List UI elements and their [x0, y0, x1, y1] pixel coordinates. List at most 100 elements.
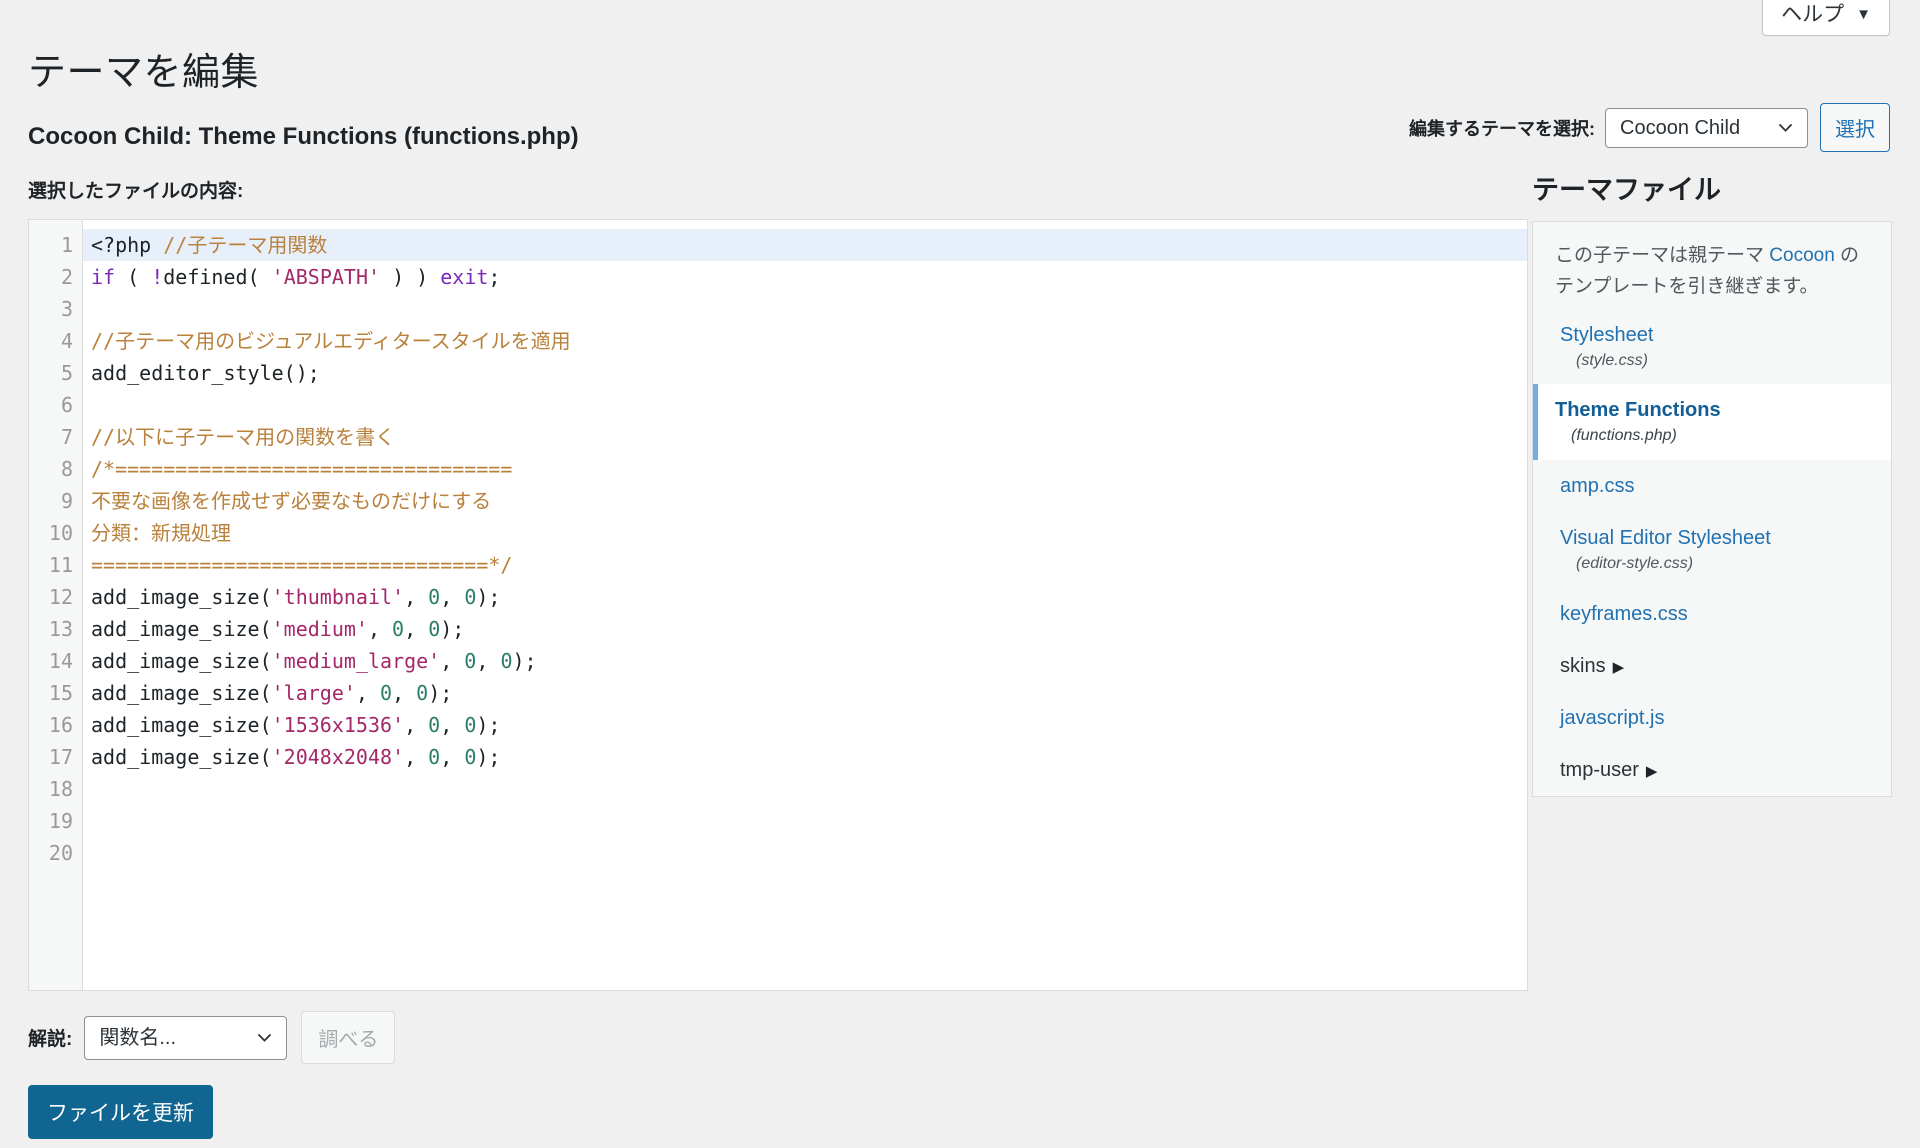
theme-file-item-stylesheet[interactable]: Stylesheet (style.css) [1533, 309, 1891, 385]
help-toggle-button[interactable]: ヘルプ ▼ [1762, 0, 1890, 36]
code-token: 0 [416, 681, 428, 705]
code-token: ( [260, 713, 272, 737]
code-line[interactable]: add_image_size('medium_large', 0, 0); [83, 645, 1527, 677]
theme-file-item-visual-editor-stylesheet[interactable]: Visual Editor Stylesheet(editor-style.cs… [1533, 512, 1891, 588]
code-token: ( [260, 745, 272, 769]
code-token: ); [428, 681, 452, 705]
code-token: //以下に子テーマ用の関数を書く [91, 425, 395, 449]
expand-folder-icon[interactable]: ▶ [1613, 659, 1625, 676]
code-token: , [404, 745, 428, 769]
expand-folder-icon[interactable]: ▶ [1646, 763, 1658, 780]
file-content-label: 選択したファイルの内容: [28, 176, 243, 203]
theme-file-name: Stylesheet [1560, 322, 1869, 348]
code-token: 分類：新規処理 [91, 521, 231, 545]
theme-file-item-keyframes-css[interactable]: keyframes.css [1533, 588, 1891, 640]
code-token: , [476, 649, 500, 673]
code-line[interactable]: 分類：新規処理 [83, 517, 1527, 549]
theme-file-name: tmp-user▶ [1560, 757, 1869, 783]
code-line[interactable]: add_image_size('2048x2048', 0, 0); [83, 741, 1527, 773]
code-line[interactable]: /*================================= [83, 453, 1527, 485]
theme-file-filename: (functions.php) [1555, 426, 1869, 447]
code-line[interactable] [83, 837, 1527, 869]
documentation-select[interactable]: 関数名... [84, 1016, 287, 1060]
select-theme-button[interactable]: 選択 [1820, 103, 1890, 152]
code-editor[interactable]: 1234567891011121314151617181920 <?php //… [28, 219, 1528, 991]
code-token: 'medium' [272, 617, 368, 641]
theme-file-filename: (style.css) [1560, 351, 1869, 372]
line-number: 11 [29, 549, 82, 581]
parent-theme-link[interactable]: Cocoon [1769, 245, 1835, 266]
line-number: 16 [29, 709, 82, 741]
code-token: 0 [428, 617, 440, 641]
code-token: ( [260, 585, 272, 609]
code-token: 'thumbnail' [272, 585, 404, 609]
code-token: ( [248, 265, 272, 289]
code-token: ); [476, 585, 500, 609]
code-token: , [404, 617, 428, 641]
code-line[interactable]: =================================*/ [83, 549, 1527, 581]
code-line[interactable] [83, 805, 1527, 837]
line-number: 7 [29, 421, 82, 453]
code-line[interactable] [83, 773, 1527, 805]
code-token: //子テーマ用のビジュアルエディタースタイルを適用 [91, 329, 571, 353]
code-line[interactable]: <?php //子テーマ用関数 [83, 229, 1527, 261]
code-line[interactable]: //子テーマ用のビジュアルエディタースタイルを適用 [83, 325, 1527, 357]
code-token: add_image_size [91, 585, 260, 609]
line-number: 14 [29, 645, 82, 677]
theme-file-item-tmp-user[interactable]: tmp-user▶ [1533, 744, 1891, 796]
theme-select[interactable]: Cocoon Child [1605, 108, 1808, 148]
lookup-button[interactable]: 調べる [301, 1011, 395, 1064]
code-token: ); [440, 617, 464, 641]
update-file-button[interactable]: ファイルを更新 [28, 1085, 213, 1139]
line-number: 20 [29, 837, 82, 869]
code-token: 0 [500, 649, 512, 673]
code-line[interactable]: add_image_size('1536x1536', 0, 0); [83, 709, 1527, 741]
code-token: 0 [380, 681, 392, 705]
code-line[interactable]: //以下に子テーマ用の関数を書く [83, 421, 1527, 453]
code-token: 'medium_large' [272, 649, 441, 673]
code-token: ); [476, 713, 500, 737]
theme-file-name: keyframes.css [1560, 601, 1869, 627]
code-token: add_editor_style [91, 361, 284, 385]
code-token: add_image_size [91, 745, 260, 769]
help-label: ヘルプ [1781, 2, 1844, 27]
code-token: 不要な画像を作成せず必要なものだけにする [91, 489, 491, 513]
code-line[interactable] [83, 389, 1527, 421]
code-token: <?php [91, 233, 163, 257]
code-token: add_image_size [91, 649, 260, 673]
code-token: 0 [464, 713, 476, 737]
code-token: ; [488, 265, 500, 289]
line-number: 13 [29, 613, 82, 645]
code-token: /*================================= [91, 457, 512, 481]
page-title: テーマを編集 [28, 41, 259, 96]
code-line[interactable]: add_image_size('thumbnail', 0, 0); [83, 581, 1527, 613]
child-theme-notice: この子テーマは親テーマ Cocoon のテンプレートを引き継ぎます。 [1533, 222, 1891, 309]
code-token: ! [151, 265, 163, 289]
theme-file-item-theme-functions[interactable]: Theme Functions(functions.php) [1533, 384, 1891, 460]
code-line[interactable]: add_editor_style(); [83, 357, 1527, 389]
code-line[interactable] [83, 293, 1527, 325]
code-token: , [440, 745, 464, 769]
line-number: 1 [29, 229, 82, 261]
line-number: 5 [29, 357, 82, 389]
theme-files-title: テーマファイル [1532, 168, 1892, 207]
theme-select-wrapper: Cocoon Child [1605, 108, 1808, 148]
code-token: 0 [428, 713, 440, 737]
code-line[interactable]: if ( !defined( 'ABSPATH' ) ) exit; [83, 261, 1527, 293]
theme-file-item-amp-css[interactable]: amp.css [1533, 460, 1891, 512]
code-area[interactable]: <?php //子テーマ用関数if ( !defined( 'ABSPATH' … [83, 220, 1527, 990]
code-line[interactable]: add_image_size('medium', 0, 0); [83, 613, 1527, 645]
code-line[interactable]: add_image_size('large', 0, 0); [83, 677, 1527, 709]
code-line[interactable]: 不要な画像を作成せず必要なものだけにする [83, 485, 1527, 517]
theme-switcher: 編集するテーマを選択: Cocoon Child 選択 [1409, 103, 1890, 152]
code-token: , [368, 617, 392, 641]
current-file-heading: Cocoon Child: Theme Functions (functions… [28, 123, 579, 151]
code-token: , [404, 713, 428, 737]
theme-file-item-javascript-js[interactable]: javascript.js [1533, 692, 1891, 744]
documentation-label: 解説: [28, 1024, 72, 1051]
theme-file-name: Visual Editor Stylesheet [1560, 525, 1869, 551]
theme-editor-page: ヘルプ ▼ テーマを編集 Cocoon Child: Theme Functio… [0, 0, 1920, 1148]
code-token: 0 [428, 585, 440, 609]
theme-file-item-skins[interactable]: skins▶ [1533, 640, 1891, 692]
theme-file-name: skins▶ [1560, 653, 1869, 679]
